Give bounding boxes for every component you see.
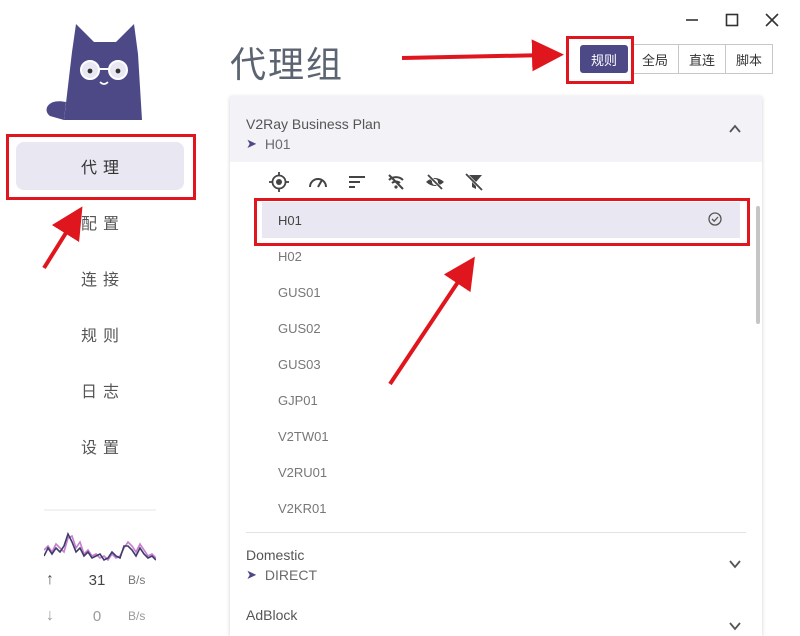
scrollbar[interactable] bbox=[756, 206, 760, 324]
group-selected-proxy: H01 bbox=[264, 136, 291, 152]
group-header-adblock[interactable]: AdBlock bbox=[230, 599, 762, 636]
filter-off-icon[interactable] bbox=[463, 171, 485, 193]
chevron-down-icon[interactable] bbox=[728, 557, 742, 571]
hide-unavailable-icon[interactable] bbox=[385, 171, 407, 193]
proxy-item[interactable]: V2KR01 bbox=[230, 490, 742, 526]
sidebar-item-logs[interactable]: 日志 bbox=[16, 366, 184, 414]
chevron-up-icon[interactable] bbox=[728, 122, 742, 136]
traffic-chart bbox=[44, 509, 156, 562]
proxy-item[interactable]: GUS02 bbox=[230, 310, 742, 346]
sidebar: 代理 配置 连接 规则 日志 设置 ↑ 31 B/s ↓ 0 B/s bbox=[0, 0, 200, 636]
annotation-box-proxy-tab bbox=[6, 134, 196, 200]
sidebar-item-connections[interactable]: 连接 bbox=[16, 254, 184, 302]
hide-icon[interactable] bbox=[424, 171, 446, 193]
group-header-domestic[interactable]: Domestic ➤ DIRECT bbox=[230, 533, 762, 599]
locate-icon[interactable] bbox=[268, 171, 290, 193]
upload-speed: ↑ 31 B/s bbox=[46, 571, 146, 589]
send-icon: ➤ bbox=[246, 136, 257, 151]
group-header-business[interactable]: V2Ray Business Plan ➤ H01 bbox=[230, 96, 762, 162]
download-speed: ↓ 0 B/s bbox=[46, 607, 146, 625]
minimize-icon bbox=[686, 19, 698, 21]
mode-global-button[interactable]: 全局 bbox=[632, 44, 680, 74]
page-title: 代理组 bbox=[230, 44, 345, 85]
proxy-item[interactable]: GJP01 bbox=[230, 382, 742, 418]
cat-logo-icon bbox=[46, 24, 142, 120]
chevron-down-icon[interactable] bbox=[728, 619, 742, 633]
proxy-item[interactable]: V2TW01 bbox=[230, 418, 742, 454]
annotation-box-mode bbox=[566, 36, 634, 84]
annotation-box-proxy-item bbox=[254, 198, 750, 246]
proxy-groups-panel: V2Ray Business Plan ➤ H01 H01 H02 GUS01 … bbox=[230, 96, 762, 636]
proxy-item[interactable]: GUS01 bbox=[230, 274, 742, 310]
speed-test-icon[interactable] bbox=[307, 171, 329, 193]
window-controls bbox=[682, 10, 782, 30]
sort-icon[interactable] bbox=[346, 171, 368, 193]
arrow-down-icon: ↓ bbox=[46, 607, 54, 624]
sidebar-item-rules[interactable]: 规则 bbox=[16, 310, 184, 358]
mode-script-button[interactable]: 脚本 bbox=[726, 44, 774, 74]
maximize-icon bbox=[725, 13, 739, 27]
close-icon bbox=[765, 13, 779, 27]
proxy-item[interactable]: GUS03 bbox=[230, 346, 742, 382]
send-icon: ➤ bbox=[246, 567, 257, 582]
group-toolbar bbox=[230, 162, 762, 202]
proxy-list: H01 H02 GUS01 GUS02 GUS03 GJP01 V2TW01 V… bbox=[230, 202, 762, 526]
maximize-button[interactable] bbox=[722, 10, 742, 30]
proxy-item[interactable]: V2RU01 bbox=[230, 454, 742, 490]
sidebar-item-settings[interactable]: 设置 bbox=[16, 422, 184, 470]
group-selected-proxy: DIRECT bbox=[264, 567, 318, 583]
close-button[interactable] bbox=[762, 10, 782, 30]
minimize-button[interactable] bbox=[682, 10, 702, 30]
mode-direct-button[interactable]: 直连 bbox=[679, 44, 727, 74]
arrow-up-icon: ↑ bbox=[46, 571, 54, 588]
sidebar-item-profiles[interactable]: 配置 bbox=[16, 198, 184, 246]
